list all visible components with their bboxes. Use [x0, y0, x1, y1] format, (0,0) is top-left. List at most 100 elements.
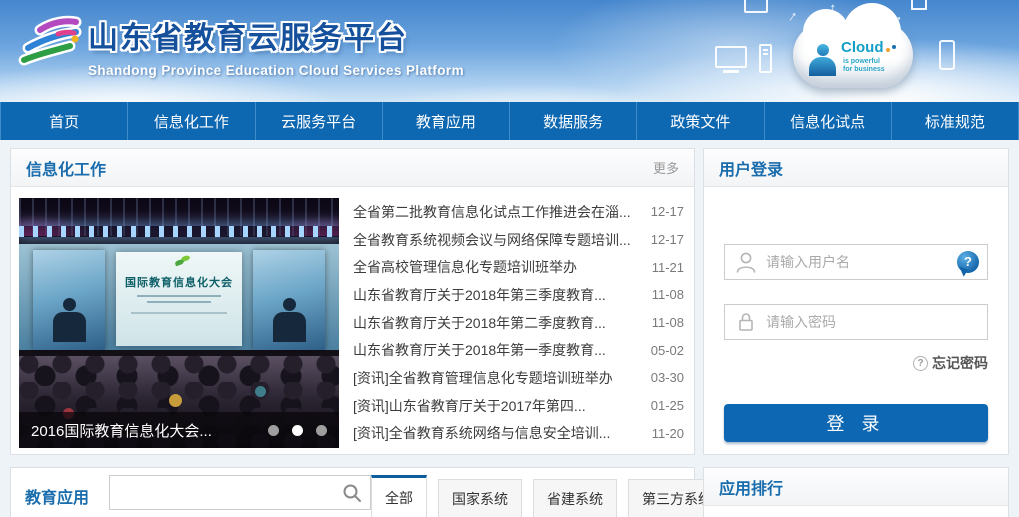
news-date: 11-20 [652, 426, 684, 441]
nav-item-education-apps[interactable]: 教育应用 [383, 102, 510, 140]
user-icon [735, 250, 757, 274]
apps-search-box [109, 475, 371, 510]
news-item: 全省教育系统视频会议与网络保障专题培训... 12-17 [353, 226, 684, 254]
cloud-graphic: Cloud is powerful for business [793, 22, 913, 88]
banner-title: 国际教育信息化大会 [116, 274, 242, 290]
news-date: 05-02 [651, 343, 684, 358]
news-item: 山东省教育厅关于2018年第一季度教育... 05-02 [353, 336, 684, 364]
username-input[interactable] [766, 254, 977, 270]
forgot-password-link[interactable]: ? 忘记密码 [724, 353, 988, 373]
tab-national-systems[interactable]: 国家系统 [438, 479, 522, 517]
news-link[interactable]: [资讯]全省教育管理信息化专题培训班举办 [353, 368, 639, 388]
news-date: 11-21 [652, 260, 684, 275]
site-subtitle: Shandong Province Education Cloud Servic… [88, 63, 464, 78]
carousel-dots [268, 425, 327, 436]
nav-item-informatization-pilot[interactable]: 信息化试点 [765, 102, 892, 140]
audience-accent [169, 394, 182, 407]
site-title: 山东省教育云服务平台 [88, 13, 464, 57]
carousel-caption[interactable]: 2016国际教育信息化大会... [31, 420, 212, 441]
news-date: 12-17 [651, 204, 684, 219]
news-link[interactable]: [资讯]全省教育系统网络与信息安全培训... [353, 423, 640, 443]
news-date: 03-30 [651, 370, 684, 385]
computer-tower-icon [759, 44, 772, 73]
speaker-silhouette [271, 298, 307, 342]
news-carousel[interactable]: 国际教育信息化大会 2016国际教育信息化大会... [19, 198, 339, 448]
news-link[interactable]: 山东省教育厅关于2018年第二季度教育... [353, 313, 640, 333]
news-link[interactable]: 全省高校管理信息化专题培训班举办 [353, 257, 640, 277]
smartphone-icon [939, 40, 955, 70]
page: 山东省教育云服务平台 Shandong Province Education C… [0, 0, 1019, 517]
news-item: [资讯]全省教育管理信息化专题培训班举办 03-30 [353, 364, 684, 392]
news-link[interactable]: 山东省教育厅关于2018年第三季度教育... [353, 285, 640, 305]
site-logo-icon [14, 10, 84, 72]
carousel-photo-lightbar [19, 226, 339, 237]
search-icon[interactable] [342, 483, 362, 503]
informatization-news-panel: 信息化工作 更多 国际教育信息化大会 [10, 148, 695, 455]
banner-text-line [131, 312, 227, 314]
login-button[interactable]: 登 录 [724, 404, 988, 442]
apps-tabs: 全部 国家系统 省建系统 第三方系统 [371, 475, 726, 517]
question-circle-icon: ? [913, 356, 928, 371]
panel-header: 应用排行 [704, 468, 1008, 506]
carousel-photo-right-screen [253, 250, 325, 350]
hero-banner: 山东省教育云服务平台 Shandong Province Education C… [0, 0, 1019, 102]
password-field-row [724, 304, 988, 340]
nav-item-informatization-work[interactable]: 信息化工作 [128, 102, 255, 140]
lock-icon [735, 310, 757, 334]
nav-item-cloud-service-platform[interactable]: 云服务平台 [256, 102, 383, 140]
username-field-row: ? [724, 244, 988, 280]
news-item: 山东省教育厅关于2018年第二季度教育... 11-08 [353, 309, 684, 337]
banner-text-line [137, 295, 221, 297]
news-list: 全省第二批教育信息化试点工作推进会在淄... 12-17 全省教育系统视频会议与网… [347, 198, 686, 448]
speaker-silhouette [51, 298, 87, 342]
mini-monitor-icon [744, 0, 768, 13]
cloud-sublabel: is powerful for business [843, 58, 885, 74]
panel-title: 应用排行 [719, 475, 783, 499]
news-date: 11-08 [652, 315, 684, 330]
user-login-panel: 用户登录 ? [703, 148, 1009, 455]
news-link[interactable]: 山东省教育厅关于2018年第一季度教育... [353, 340, 639, 360]
person-silhouette-icon [809, 44, 836, 76]
carousel-photo-left-screen [33, 250, 105, 350]
help-bubble-icon[interactable]: ? [957, 251, 979, 273]
nav-item-data-services[interactable]: 数据服务 [510, 102, 637, 140]
leaf-logo-icon [174, 259, 184, 267]
banner-text-line [147, 301, 211, 303]
tab-provincial-systems[interactable]: 省建系统 [533, 479, 617, 517]
news-item: [资讯]全省教育系统网络与信息安全培训... 11-20 [353, 420, 684, 448]
news-item: [资讯]山东省教育厅关于2017年第四... 01-25 [353, 392, 684, 420]
tab-all[interactable]: 全部 [371, 475, 427, 517]
monitor-icon [715, 46, 747, 68]
cloud-dots-icon [886, 48, 890, 52]
nav-item-policy-documents[interactable]: 政策文件 [637, 102, 764, 140]
cloud-label: Cloud [841, 39, 890, 56]
news-link[interactable]: 全省第二批教育信息化试点工作推进会在淄... [353, 202, 639, 222]
panel-header: 信息化工作 更多 [11, 149, 694, 187]
password-input[interactable] [766, 314, 977, 330]
carousel-photo-center-banner: 国际教育信息化大会 [116, 252, 242, 346]
news-date: 12-17 [651, 232, 684, 247]
carousel-dot-1[interactable] [268, 425, 279, 436]
education-apps-panel: 教育应用 全部 国家系统 省建系统 第三方系统 [10, 467, 695, 517]
carousel-dot-2-active[interactable] [292, 425, 303, 436]
news-link[interactable]: [资讯]山东省教育厅关于2017年第四... [353, 396, 639, 416]
audience-accent [255, 386, 266, 397]
checkbox-icon [911, 0, 927, 10]
forgot-password-label: 忘记密码 [932, 353, 988, 373]
nav-item-standards[interactable]: 标准规范 [892, 102, 1019, 140]
carousel-dot-3[interactable] [316, 425, 327, 436]
news-date: 01-25 [651, 398, 684, 413]
panel-title: 教育应用 [25, 484, 103, 508]
apps-search-input[interactable] [110, 476, 370, 509]
main-nav: 首页 信息化工作 云服务平台 教育应用 数据服务 政策文件 信息化试点 标准规范 [0, 102, 1019, 140]
news-item: 山东省教育厅关于2018年第三季度教育... 11-08 [353, 281, 684, 309]
nav-item-home[interactable]: 首页 [0, 102, 128, 140]
news-link[interactable]: 全省教育系统视频会议与网络保障专题培训... [353, 230, 639, 250]
hero-cloud-art: ↑ ↑ ↑ Cloud is powerful for business [689, 0, 1019, 102]
panel-header: 用户登录 [704, 149, 1008, 187]
app-ranking-panel: 应用排行 [703, 467, 1009, 517]
news-date: 11-08 [652, 287, 684, 302]
news-item: 全省高校管理信息化专题培训班举办 11-21 [353, 253, 684, 281]
panel-title: 信息化工作 [26, 156, 106, 180]
more-link[interactable]: 更多 [653, 158, 679, 177]
